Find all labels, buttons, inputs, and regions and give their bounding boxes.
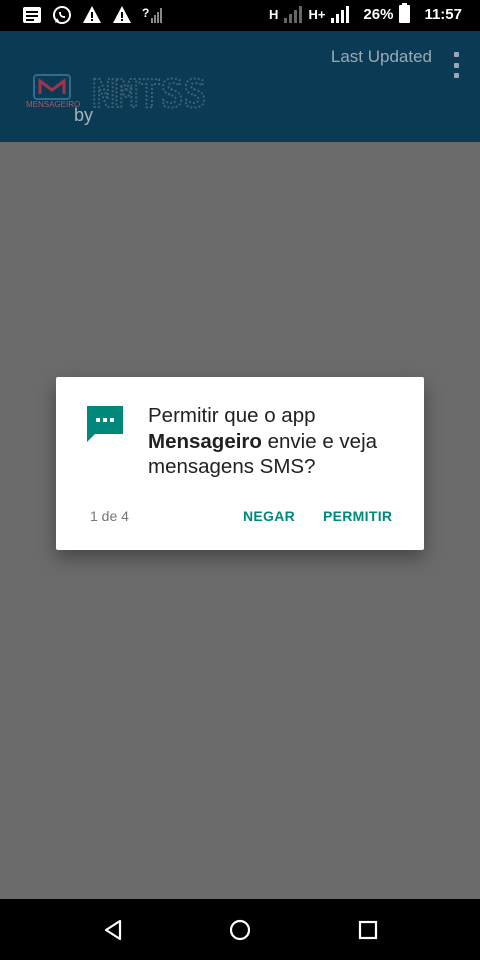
whatsapp-icon <box>53 6 71 24</box>
message-part-1: Permitir que o app <box>148 404 316 427</box>
signal-1-icon <box>284 5 303 23</box>
logo-wordmark: MENSAGEIRO <box>26 100 81 109</box>
allow-button[interactable]: PERMITIR <box>323 508 392 524</box>
status-system: H H+ 26% 11:57 <box>269 3 462 23</box>
network-type-2: H+ <box>308 6 326 22</box>
overflow-menu-icon[interactable] <box>452 52 460 78</box>
navigation-bar <box>0 899 480 960</box>
news-notification-icon <box>23 7 41 23</box>
svg-text:?: ? <box>142 6 149 20</box>
brand-name: NMTSS <box>92 75 206 111</box>
home-icon[interactable] <box>227 917 253 943</box>
permission-counter: 1 de 4 <box>90 508 129 524</box>
alert-icon <box>83 6 101 23</box>
signal-2-icon <box>331 5 350 23</box>
sms-icon <box>87 406 123 442</box>
network-type-1: H <box>269 6 279 22</box>
status-notifications: ? <box>22 5 162 25</box>
app-bar: MENSAGEIRO by NMTSS Last Updated <box>0 31 480 142</box>
no-sim-signal-icon: ? <box>142 6 162 23</box>
clock: 11:57 <box>424 5 462 23</box>
permission-message: Permitir que o app Mensageiro envie e ve… <box>148 403 408 480</box>
battery-percent: 26% <box>363 5 394 23</box>
status-bar: ? H H+ 26% 11:57 <box>0 0 480 31</box>
last-updated-label: Last Updated <box>330 47 432 66</box>
recents-icon[interactable] <box>355 917 381 943</box>
app-name: Mensageiro <box>148 429 262 453</box>
battery-charging-icon <box>399 3 411 23</box>
back-icon[interactable] <box>100 917 126 943</box>
deny-button[interactable]: NEGAR <box>243 508 295 524</box>
by-label: by <box>74 105 94 125</box>
permission-dialog: Permitir que o app Mensageiro envie e ve… <box>56 377 424 550</box>
alert-icon <box>113 6 131 23</box>
brand-logo: NMTSS <box>92 75 207 111</box>
